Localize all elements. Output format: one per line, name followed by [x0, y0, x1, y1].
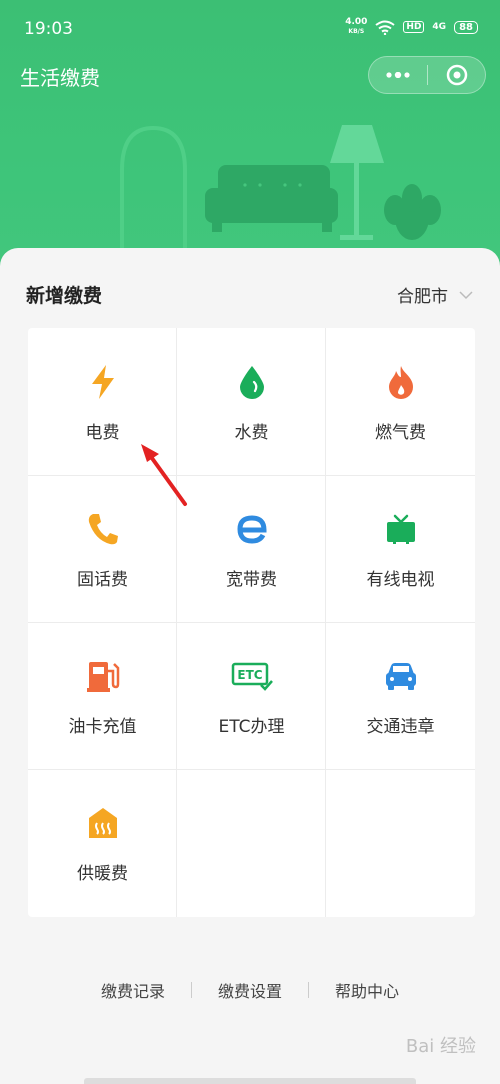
service-cable-tv[interactable]: 有线电视 [326, 475, 475, 622]
payment-card: 新增缴费 合肥市 电费 水费 燃气费 固话费 宽带费 有线电视 油卡充值 ETC… [0, 248, 500, 1084]
service-label: 燃气费 [375, 423, 426, 443]
lightning-icon [91, 365, 114, 399]
fuel-pump-icon [86, 662, 119, 692]
signal-indicator: 4G [432, 22, 447, 32]
svg-text:ETC: ETC [237, 668, 262, 682]
annotation-arrow-icon [141, 444, 187, 506]
service-label: 宽带费 [226, 570, 277, 590]
city-label: 合肥市 [397, 287, 448, 307]
water-drop-icon [239, 366, 264, 399]
watermark: Bai 经验 [405, 1036, 476, 1057]
city-selector[interactable]: 合肥市 [397, 282, 474, 307]
car-icon [385, 663, 416, 690]
service-gas[interactable]: 燃气费 [326, 328, 475, 475]
service-label: 电费 [85, 423, 120, 443]
service-grid: 电费 水费 燃气费 固话费 宽带费 有线电视 油卡充值 ETC ETC办理 交通… [28, 328, 475, 917]
service-label: 水费 [234, 423, 269, 443]
more-dots-icon [386, 72, 410, 78]
service-traffic-violation[interactable]: 交通违章 [326, 622, 475, 769]
status-indicators: 4.00 KB/S HD 4G 88 [345, 18, 478, 36]
service-label: 供暖费 [77, 864, 128, 884]
miniprogram-capsule [368, 56, 486, 94]
service-heating[interactable]: 供暖费 [28, 769, 177, 916]
flame-icon [388, 366, 413, 399]
etc-icon: ETC [231, 662, 273, 691]
footer-divider [308, 982, 309, 998]
wifi-icon [375, 20, 396, 35]
service-label: 有线电视 [366, 570, 435, 590]
service-water[interactable]: 水费 [177, 328, 326, 475]
status-bar: 19:03 4.00 KB/S HD 4G 88 [0, 0, 500, 60]
service-label: 油卡充值 [68, 717, 137, 737]
service-label: 交通违章 [366, 717, 435, 737]
chevron-down-icon [459, 290, 473, 299]
target-close-icon [446, 64, 467, 86]
network-speed: 4.00 KB/S [345, 17, 368, 36]
service-label: 固话费 [77, 570, 128, 590]
footer-links: 缴费记录 缴费设置 帮助中心 [0, 978, 500, 1002]
broadband-e-icon [236, 515, 267, 544]
page-title: 生活缴费 [20, 66, 100, 90]
service-broadband[interactable]: 宽带费 [177, 475, 326, 622]
phone-icon [88, 514, 118, 545]
status-time: 19:03 [24, 19, 73, 39]
service-label: ETC办理 [218, 717, 285, 737]
battery-indicator: 88 [454, 20, 478, 34]
help-center-link[interactable]: 帮助中心 [335, 978, 399, 1002]
payment-records-link[interactable]: 缴费记录 [101, 978, 165, 1002]
hd-badge: HD [403, 21, 425, 33]
service-fuel-card[interactable]: 油卡充值 [28, 622, 177, 769]
home-indicator [84, 1078, 416, 1084]
heating-icon [88, 808, 117, 838]
section-title: 新增缴费 [26, 285, 103, 307]
payment-settings-link[interactable]: 缴费设置 [218, 978, 282, 1002]
tv-icon [386, 514, 415, 544]
more-button[interactable] [369, 57, 427, 93]
footer-divider [190, 982, 192, 998]
close-miniprogram-button[interactable] [428, 64, 485, 86]
service-etc[interactable]: ETC ETC办理 [177, 622, 326, 769]
